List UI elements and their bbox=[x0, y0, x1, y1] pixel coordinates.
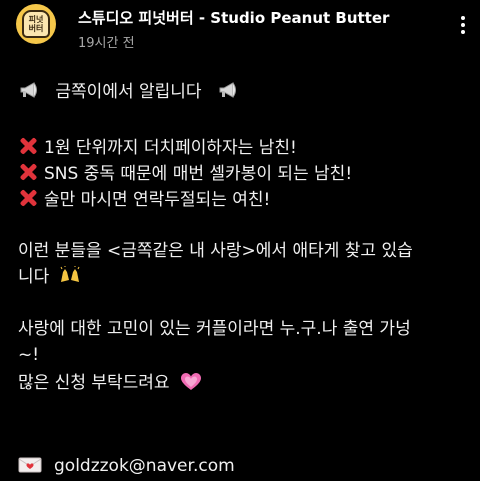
email-line: goldzzok@naver.com bbox=[18, 455, 235, 477]
paragraph-1-text: 니다 bbox=[18, 267, 50, 287]
cross-mark-icon bbox=[18, 188, 38, 208]
cross-mark-icon bbox=[18, 136, 38, 156]
paragraph-2-line-3: 많은 신청 부탁드려요 bbox=[18, 372, 201, 394]
bullet-item: 술만 마시면 연락두절되는 여친! bbox=[18, 188, 270, 211]
contact-email[interactable]: goldzzok@naver.com bbox=[54, 456, 235, 476]
sparkling-heart-icon bbox=[180, 373, 201, 390]
paragraph-2-line-1: 사랑에 대한 고민이 있는 커플이라면 누.구.나 출연 가넝 bbox=[18, 319, 411, 339]
bullet-item: 1원 단위까지 더치페이하자는 남친! bbox=[18, 136, 297, 159]
bullet-text: 1원 단위까지 더치페이하자는 남친! bbox=[44, 138, 297, 158]
bullet-text: 술만 마시면 연락두절되는 여친! bbox=[44, 190, 271, 210]
avatar-text-top: 피넛 bbox=[28, 15, 44, 24]
avatar-text-bottom: 버터 bbox=[28, 24, 44, 33]
paragraph-1-line-1: 이런 분들을 <금쪽같은 내 사랑>에서 애타게 찾고 있습 bbox=[18, 241, 413, 261]
megaphone-icon bbox=[20, 82, 37, 98]
raising-hands-icon bbox=[60, 266, 80, 282]
toast-logo-icon: 피넛 버터 bbox=[22, 10, 50, 38]
cross-mark-icon bbox=[18, 162, 38, 182]
channel-avatar[interactable]: 피넛 버터 bbox=[16, 4, 56, 44]
community-post: 피넛 버터 스튜디오 피넛버터 - Studio Peanut Butter 1… bbox=[0, 0, 480, 481]
megaphone-icon bbox=[219, 82, 236, 98]
paragraph-1-line-2: 니다 bbox=[18, 266, 81, 288]
paragraph-2-line-2: ~! bbox=[18, 345, 40, 365]
post-heading: 금쪽이에서 알립니다 bbox=[55, 82, 202, 102]
love-letter-icon bbox=[18, 457, 42, 473]
paragraph-2-text: 많은 신청 부탁드려요 bbox=[18, 373, 170, 393]
post-time[interactable]: 19시간 전 bbox=[78, 32, 135, 51]
bullet-item: SNS 중독 때문에 매번 셀카봉이 되는 남친! bbox=[18, 162, 352, 185]
bullet-text: SNS 중독 때문에 매번 셀카봉이 되는 남친! bbox=[44, 164, 353, 184]
post-heading-line: 금쪽이에서 알립니다 bbox=[18, 80, 241, 103]
more-vertical-icon[interactable] bbox=[460, 16, 466, 38]
channel-name[interactable]: 스튜디오 피넛버터 - Studio Peanut Butter bbox=[78, 7, 389, 28]
